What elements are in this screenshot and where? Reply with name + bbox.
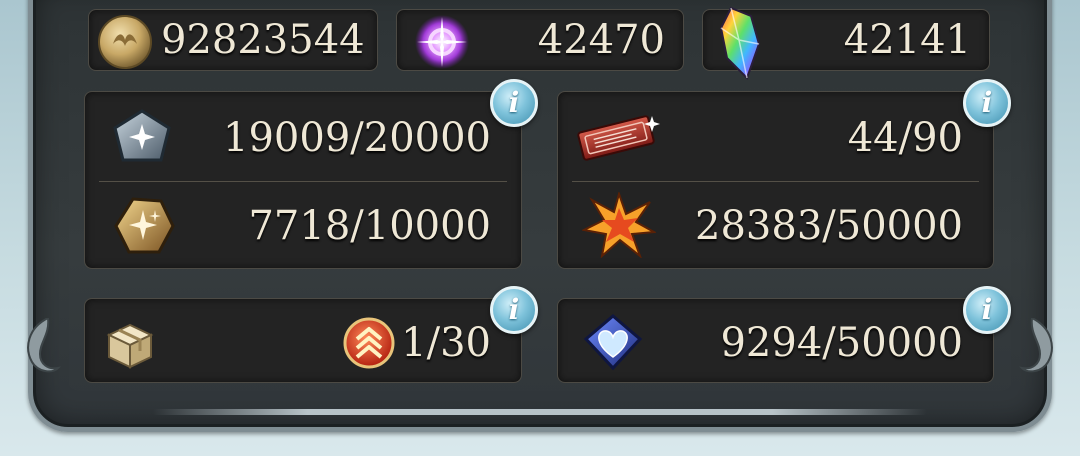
heart-value: 9294/50000 [720, 320, 963, 366]
rainbow-crystal-icon [719, 6, 761, 80]
crystal-value: 42141 [843, 17, 971, 63]
panel-divider [572, 181, 979, 182]
burst-value: 28383/50000 [695, 203, 963, 249]
gold-value: 7718/10000 [248, 203, 491, 249]
rank-up-icon [343, 317, 395, 369]
gold-gem-icon [114, 197, 175, 254]
ticket-panel-right: 44/90 28383/50000 [557, 91, 994, 269]
crystal-counter: 42141 [702, 6, 990, 80]
panel-divider [99, 181, 507, 182]
treasure-box-icon [106, 323, 154, 369]
blue-heart-gem-icon [583, 314, 643, 371]
info-button-bottom-right[interactable]: i [963, 286, 1011, 334]
rupie-value: 92823544 [161, 17, 365, 63]
sparkle-orb-icon [415, 15, 469, 69]
ticket-panel-left: 19009/20000 7718/10000 [84, 91, 522, 269]
info-button-left[interactable]: i [490, 79, 538, 127]
frame-corner-ornament-right [1018, 318, 1053, 373]
rupie-coin-icon [98, 15, 152, 69]
crystal-piece-counter: 42470 [396, 9, 684, 71]
frame-corner-ornament-left [27, 318, 62, 373]
box-value: 1/30 [401, 320, 491, 366]
ticket-icon [577, 115, 660, 161]
burst-star-icon [582, 192, 656, 258]
crystal-piece-value: 42470 [537, 17, 665, 63]
silver-value: 19009/20000 [223, 115, 491, 161]
info-button-bottom-left[interactable]: i [490, 286, 538, 334]
heart-panel: 9294/50000 [557, 298, 994, 383]
frame-trim [153, 409, 927, 415]
silver-gem-icon [113, 109, 171, 162]
info-button-right[interactable]: i [963, 79, 1011, 127]
ticket-value: 44/90 [847, 115, 963, 161]
rupie-counter: 92823544 [88, 9, 378, 71]
box-panel: 1/30 [84, 298, 522, 383]
